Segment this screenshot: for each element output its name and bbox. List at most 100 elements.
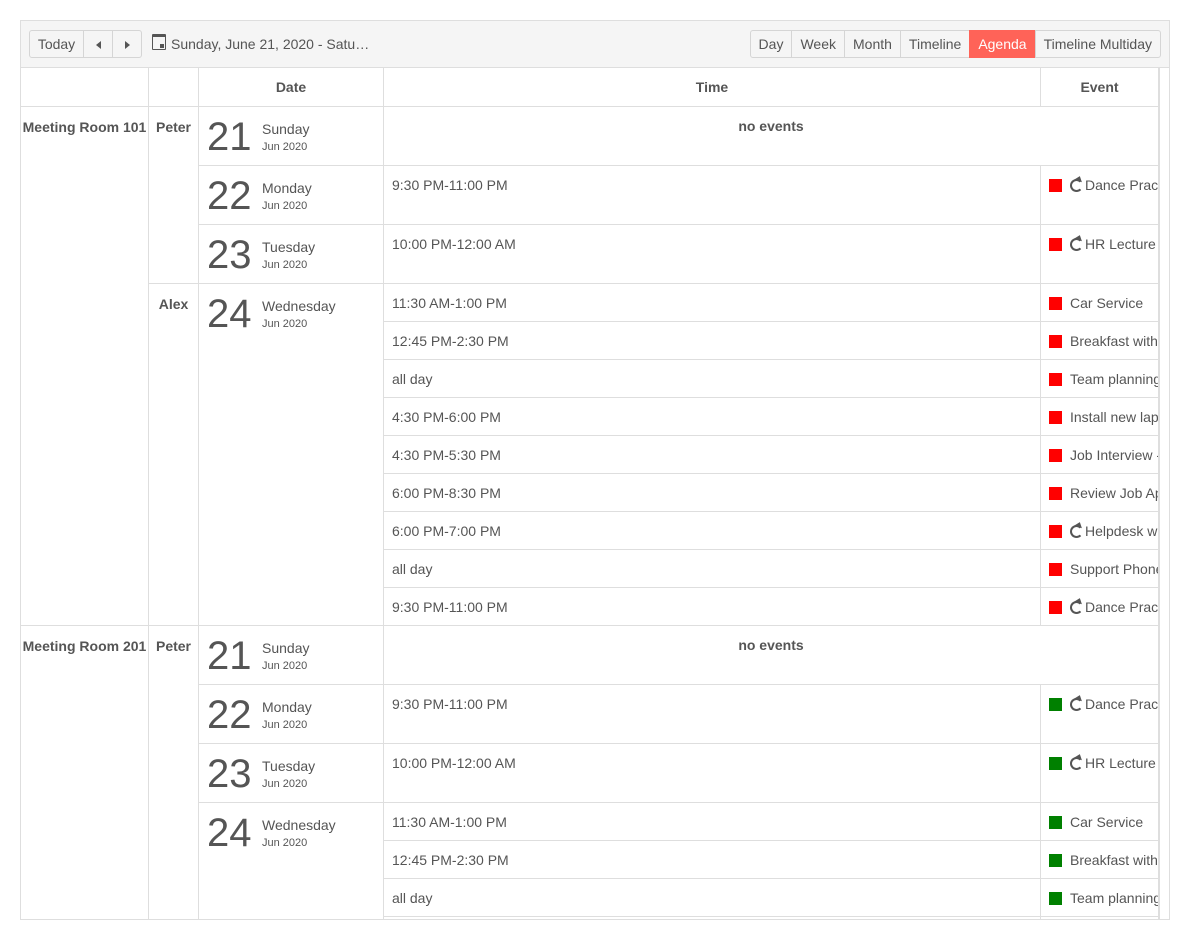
calendar-icon <box>152 34 166 50</box>
view-timeline-button[interactable]: Timeline <box>899 30 971 58</box>
month-year: Jun 2020 <box>262 259 308 271</box>
event-color-swatch <box>1049 698 1062 711</box>
event-item[interactable]: Install new lap <box>1041 398 1159 436</box>
event-title: HR Lecture <box>1085 755 1156 771</box>
event-item[interactable]: Dance Practice <box>1041 166 1159 225</box>
event-title: Breakfast with <box>1070 852 1158 868</box>
header-room <box>21 68 149 106</box>
recurrence-icon <box>1070 601 1083 614</box>
event-color-swatch <box>1049 179 1062 192</box>
view-switcher: Day Week Month Timeline Agenda Timeline Multi… <box>749 30 1161 58</box>
event-time: 11:30 AM-1:00 PM <box>384 803 1041 841</box>
today-button[interactable]: Today <box>29 30 84 58</box>
event-color-swatch <box>1049 411 1062 424</box>
event-item[interactable]: Helpdesk w <box>1041 512 1159 550</box>
event-title: Breakfast with <box>1070 333 1158 349</box>
month-year: Jun 2020 <box>262 837 308 849</box>
event-title: Dance Prac <box>1085 696 1159 712</box>
day-name: Wednesday <box>262 817 336 833</box>
view-month-button[interactable]: Month <box>844 30 901 58</box>
event-title: Team planning <box>1070 890 1159 906</box>
event-time: 4:30 PM-6:00 PM <box>384 398 1041 436</box>
day-number: 22 <box>207 174 252 218</box>
day-number: 24 <box>207 292 252 336</box>
event-color-swatch <box>1049 854 1062 867</box>
person-group-label: Peter <box>149 107 199 284</box>
header-person <box>149 68 199 106</box>
recurrence-icon <box>1070 179 1083 192</box>
day-name: Sunday <box>262 121 310 137</box>
person-group-label: Peter <box>149 626 199 919</box>
date-range-picker[interactable]: Sunday, June 21, 2020 - Saturday, June 2… <box>151 30 371 58</box>
event-color-swatch <box>1049 297 1062 310</box>
event-item[interactable]: Dance Prac <box>1041 685 1159 744</box>
event-time: 10:00 PM-12:00 AM <box>384 225 1041 284</box>
event-item[interactable]: Car Service <box>1041 803 1159 841</box>
event-item[interactable]: Job Interview - <box>1041 436 1159 474</box>
event-item[interactable]: Breakfast with <box>1041 322 1159 360</box>
date-cell: 23 Tuesday Jun 2020 <box>199 225 384 284</box>
event-title: Dance Prac <box>1085 599 1159 615</box>
event-color-swatch <box>1049 757 1062 770</box>
day-number: 21 <box>207 115 252 159</box>
event-time: 9:30 PM-11:00 PM <box>384 685 1041 744</box>
next-button[interactable] <box>112 30 142 58</box>
recurrence-icon <box>1070 238 1083 251</box>
event-time: 4:30 PM-5:30 PM <box>384 436 1041 474</box>
date-cell: 23 Tuesday Jun 2020 <box>199 744 384 803</box>
person-group-label: Alex <box>149 284 199 626</box>
event-color-swatch <box>1049 487 1062 500</box>
view-timeline-multiday-button[interactable]: Timeline Multiday <box>1034 30 1161 58</box>
view-day-button[interactable]: Day <box>749 30 793 58</box>
event-title: Car Service <box>1070 295 1144 311</box>
date-cell: 22 Monday Jun 2020 <box>199 685 384 744</box>
event-title: Support Phone <box>1070 561 1159 577</box>
date-cell: 22 Monday Jun 2020 <box>199 166 384 225</box>
event-time: all day <box>384 550 1041 588</box>
day-name: Tuesday <box>262 758 316 774</box>
day-number: 23 <box>207 752 252 796</box>
previous-button[interactable] <box>83 30 113 58</box>
event-title: Helpdesk w <box>1085 523 1158 539</box>
event-title: Review Job Ap <box>1070 485 1159 501</box>
event-title: Install new lap <box>1070 409 1159 425</box>
event-item[interactable]: Team planning <box>1041 360 1159 398</box>
agenda-grid: Date Time Event no events 21 Sunday Jun 202… <box>21 68 1159 919</box>
event-color-swatch <box>1049 373 1062 386</box>
room-group-label: Meeting Room 201 <box>21 626 149 919</box>
event-time: 9:30 PM-11:00 PM <box>384 588 1041 626</box>
event-item[interactable]: Team planning <box>1041 879 1159 917</box>
view-agenda-button[interactable]: Agenda <box>969 30 1036 58</box>
day-name: Wednesday <box>262 298 336 314</box>
event-item[interactable]: Support Phone <box>1041 550 1159 588</box>
event-item[interactable]: Breakfast with <box>1041 841 1159 879</box>
vertical-scrollbar[interactable] <box>1159 68 1169 919</box>
event-color-swatch <box>1049 816 1062 829</box>
event-item[interactable]: HR Lecture <box>1041 225 1159 284</box>
event-item[interactable]: Dance Prac <box>1041 588 1159 626</box>
room-group-label: Meeting Room 101 <box>21 107 149 626</box>
month-year: Jun 2020 <box>262 141 308 153</box>
event-item[interactable] <box>1041 917 1159 919</box>
event-color-swatch <box>1049 601 1062 614</box>
date-cell: 24 Wednesday Jun 2020 <box>199 284 384 626</box>
event-time: 12:45 PM-2:30 PM <box>384 322 1041 360</box>
event-title: Job Interview - <box>1070 447 1159 463</box>
event-color-swatch <box>1049 238 1062 251</box>
event-color-swatch <box>1049 449 1062 462</box>
event-time: 6:00 PM-8:30 PM <box>384 474 1041 512</box>
recurrence-icon <box>1070 757 1083 770</box>
event-item[interactable]: HR Lecture <box>1041 744 1159 803</box>
event-time: 11:30 AM-1:00 PM <box>384 284 1041 322</box>
day-name: Tuesday <box>262 239 316 255</box>
view-week-button[interactable]: Week <box>791 30 845 58</box>
month-year: Jun 2020 <box>262 778 308 790</box>
toolbar: Today Sunday, June 21, 2020 - Saturday, … <box>21 21 1169 68</box>
day-number: 21 <box>207 634 252 678</box>
event-item[interactable]: Review Job Ap <box>1041 474 1159 512</box>
event-time: 10:00 PM-12:00 AM <box>384 744 1041 803</box>
event-title: Dance Practice <box>1085 177 1159 193</box>
event-item[interactable]: Car Service <box>1041 284 1159 322</box>
event-time: 6:00 PM-7:00 PM <box>384 512 1041 550</box>
header-date: Date <box>199 68 384 106</box>
